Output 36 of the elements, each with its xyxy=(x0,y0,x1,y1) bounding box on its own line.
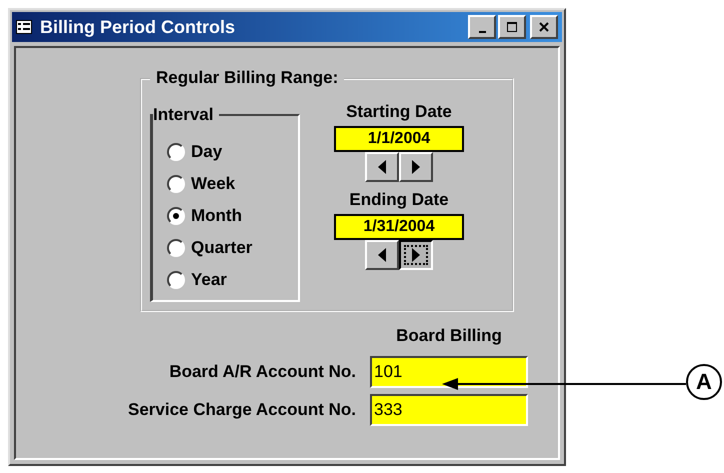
group-title: Regular Billing Range: xyxy=(150,68,344,88)
left-triangle-icon xyxy=(377,248,387,262)
previous-button[interactable] xyxy=(365,152,399,182)
radio-option[interactable]: Week xyxy=(167,168,298,200)
radio-option[interactable]: Day xyxy=(167,136,298,168)
maximize-button[interactable] xyxy=(498,15,526,39)
previous-button[interactable] xyxy=(365,240,399,270)
date-field[interactable]: 1/1/2004 xyxy=(334,126,464,152)
radio-option[interactable]: Year xyxy=(167,264,298,296)
callout-label: A xyxy=(686,364,722,400)
right-triangle-icon xyxy=(411,248,421,262)
minimize-button[interactable] xyxy=(468,15,496,39)
date-label: Starting Date xyxy=(346,102,452,122)
window-title: Billing Period Controls xyxy=(40,16,236,38)
minimize-icon xyxy=(478,31,486,33)
close-icon xyxy=(538,22,550,32)
radio-button[interactable] xyxy=(167,143,185,161)
radio-option[interactable]: Quarter xyxy=(167,232,298,264)
radio-option[interactable]: Month xyxy=(167,200,298,232)
date-field[interactable]: 1/31/2004 xyxy=(334,214,464,240)
right-triangle-icon xyxy=(411,160,421,174)
radio-button[interactable] xyxy=(167,271,185,289)
close-button[interactable] xyxy=(530,15,558,39)
column-heading: Board Billing xyxy=(395,326,503,346)
radio-button[interactable] xyxy=(167,175,185,193)
radio-button[interactable] xyxy=(167,239,185,257)
date-label: Ending Date xyxy=(349,190,449,210)
left-triangle-icon xyxy=(377,160,387,174)
radio-button[interactable] xyxy=(167,207,185,225)
maximize-icon xyxy=(506,22,518,32)
account-field[interactable]: 101 xyxy=(370,356,528,388)
form-icon xyxy=(16,20,32,34)
field-label: Service Charge Account No. xyxy=(127,400,356,420)
field-label: Board A/R Account No. xyxy=(168,362,356,382)
next-button[interactable] xyxy=(399,240,433,270)
account-field[interactable]: 333 xyxy=(370,394,528,426)
